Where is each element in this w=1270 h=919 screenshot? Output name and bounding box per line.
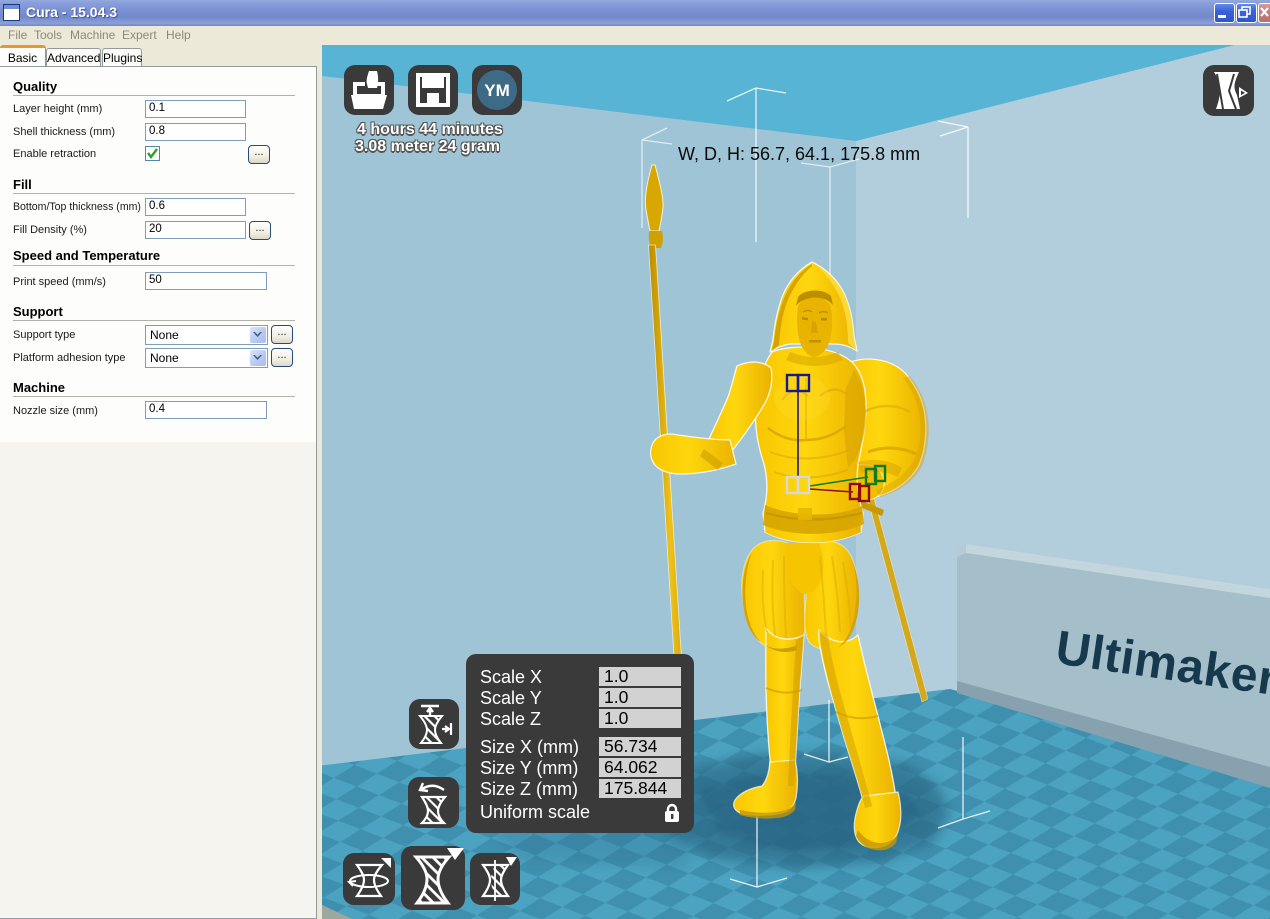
svg-text:YM: YM <box>484 81 510 100</box>
